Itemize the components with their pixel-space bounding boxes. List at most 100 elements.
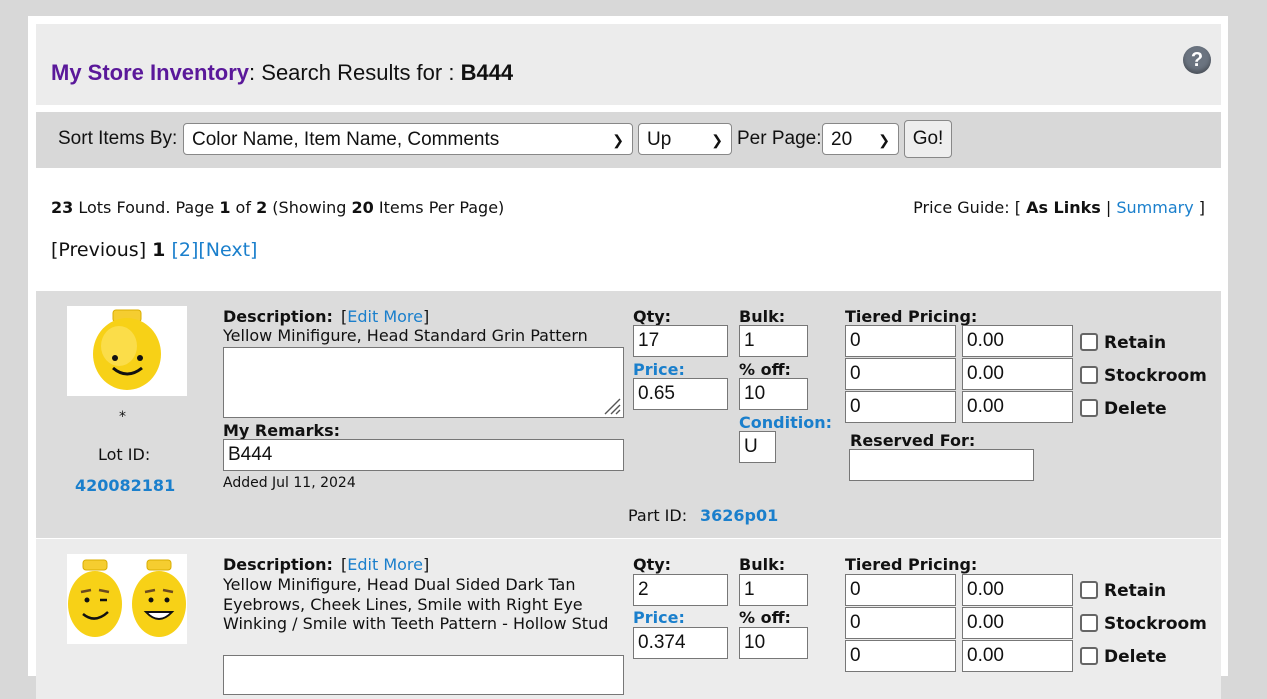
total-pages: 2 <box>256 198 268 217</box>
price-guide-label: Price Guide: [ <box>913 198 1027 217</box>
pct-off-label: % off: <box>739 608 791 627</box>
condition-label[interactable]: Condition: <box>739 413 832 432</box>
retain-label: Retain <box>1104 581 1167 601</box>
description-textarea[interactable] <box>223 347 624 418</box>
direction-select[interactable]: Up ❯ <box>638 123 732 155</box>
sort-select-value: Color Name, Item Name, Comments <box>192 129 500 150</box>
tier1-price-input[interactable]: 0.00 <box>962 325 1073 357</box>
price-label[interactable]: Price: <box>633 360 685 379</box>
items-text: Items Per Page) <box>373 198 505 217</box>
items-per-page: 20 <box>351 198 374 217</box>
retain-label: Retain <box>1104 333 1167 353</box>
pct-off-input[interactable]: 10 <box>739 378 808 410</box>
item-image[interactable] <box>67 554 187 644</box>
as-links-option: As Links <box>1026 198 1101 217</box>
chevron-down-icon: ❯ <box>612 132 624 148</box>
item-description: Yellow Minifigure, Head Standard Grin Pa… <box>223 326 588 345</box>
chevron-down-icon: ❯ <box>711 132 723 148</box>
qty-label: Qty: <box>633 555 672 574</box>
tier2-price-input[interactable]: 0.00 <box>962 358 1073 390</box>
stockroom-checkbox[interactable] <box>1080 614 1098 632</box>
price-guide-sep: | <box>1100 198 1117 217</box>
delete-label: Delete <box>1104 399 1167 419</box>
qty-input[interactable]: 17 <box>633 325 728 357</box>
remarks-input[interactable]: B444 <box>223 439 624 471</box>
description-textarea[interactable] <box>223 655 624 695</box>
my-remarks-label: My Remarks: <box>223 421 341 440</box>
lot-id-label: Lot ID: <box>98 445 151 464</box>
search-prefix: : Search Results for : <box>249 60 461 85</box>
go-button[interactable]: Go! <box>904 120 952 158</box>
tier3-price-input[interactable]: 0.00 <box>962 640 1073 672</box>
sort-label: Sort Items By: <box>58 128 178 149</box>
sort-bar: Sort Items By: Color Name, Item Name, Co… <box>36 112 1221 168</box>
results-summary: 23 Lots Found. Page 1 of 2 (Showing 20 I… <box>51 198 504 217</box>
inventory-page: My Store Inventory: Search Results for :… <box>28 16 1228 699</box>
store-inventory-link[interactable]: My Store Inventory <box>51 60 249 85</box>
qty-input[interactable]: 2 <box>633 574 728 606</box>
tier3-qty-input[interactable]: 0 <box>845 391 956 423</box>
tier2-qty-input[interactable]: 0 <box>845 607 956 639</box>
lots-count: 23 <box>51 198 74 217</box>
sort-select[interactable]: Color Name, Item Name, Comments ❯ <box>183 123 633 155</box>
price-input[interactable]: 0.374 <box>633 627 728 659</box>
per-page-select[interactable]: 20 ❯ <box>822 123 899 155</box>
delete-checkbox[interactable] <box>1080 399 1098 417</box>
qty-label: Qty: <box>633 307 672 326</box>
bulk-label: Bulk: <box>739 555 786 574</box>
pagination: [Previous] 1 [2][Next] <box>51 239 257 261</box>
added-date: Added Jul 11, 2024 <box>223 475 356 491</box>
page-2-link[interactable]: [2] <box>171 239 198 261</box>
edit-more-link[interactable]: Edit More <box>347 307 423 326</box>
search-term: B444 <box>460 60 514 85</box>
tier1-qty-input[interactable]: 0 <box>845 574 956 606</box>
item-image[interactable] <box>67 306 187 396</box>
next-link[interactable]: [Next] <box>198 239 257 261</box>
lots-text: Lots Found. Page <box>73 198 220 217</box>
part-id-link[interactable]: 3626p01 <box>700 506 778 525</box>
delete-label: Delete <box>1104 647 1167 667</box>
current-page: 1 <box>219 198 231 217</box>
page-header: My Store Inventory: Search Results for :… <box>36 24 1221 105</box>
pct-off-input[interactable]: 10 <box>739 627 808 659</box>
tier3-qty-input[interactable]: 0 <box>845 640 956 672</box>
tier1-price-input[interactable]: 0.00 <box>962 574 1073 606</box>
summary-link[interactable]: Summary <box>1116 198 1193 217</box>
reserved-for-label: Reserved For: <box>850 431 976 450</box>
stockroom-label: Stockroom <box>1104 366 1207 386</box>
stockroom-label: Stockroom <box>1104 614 1207 634</box>
pct-off-label: % off: <box>739 360 791 379</box>
showing-text: (Showing <box>267 198 352 217</box>
price-guide: Price Guide: [ As Links | Summary ] <box>913 198 1205 217</box>
item-description: Yellow Minifigure, Head Dual Sided Dark … <box>223 575 609 633</box>
edit-more-link[interactable]: Edit More <box>347 555 423 574</box>
tier1-qty-input[interactable]: 0 <box>845 325 956 357</box>
tier2-qty-input[interactable]: 0 <box>845 358 956 390</box>
current-page-number: 1 <box>152 239 166 261</box>
per-page-label: Per Page: <box>737 128 822 149</box>
reserved-for-input[interactable] <box>849 449 1034 481</box>
help-icon[interactable]: ? <box>1183 46 1211 74</box>
previous-disabled: [Previous] <box>51 239 147 261</box>
chevron-down-icon: ❯ <box>878 132 890 148</box>
stockroom-checkbox[interactable] <box>1080 366 1098 384</box>
bulk-input[interactable]: 1 <box>739 574 808 606</box>
tiered-pricing-label: Tiered Pricing: <box>845 307 978 326</box>
bulk-input[interactable]: 1 <box>739 325 808 357</box>
tier3-price-input[interactable]: 0.00 <box>962 391 1073 423</box>
resize-handle-icon <box>604 398 621 415</box>
tier2-price-input[interactable]: 0.00 <box>962 607 1073 639</box>
retain-checkbox[interactable] <box>1080 581 1098 599</box>
condition-input[interactable]: U <box>739 431 776 463</box>
price-input[interactable]: 0.65 <box>633 378 728 410</box>
edit-more-wrap: [Edit More] <box>341 307 430 326</box>
part-id-label: Part ID: <box>628 506 688 525</box>
delete-checkbox[interactable] <box>1080 647 1098 665</box>
description-label: Description: <box>223 307 333 326</box>
price-guide-close: ] <box>1193 198 1205 217</box>
retain-checkbox[interactable] <box>1080 333 1098 351</box>
lot-id-link[interactable]: 420082181 <box>75 476 175 495</box>
item-marker: * <box>119 409 126 425</box>
description-label: Description: <box>223 555 333 574</box>
price-label[interactable]: Price: <box>633 608 685 627</box>
